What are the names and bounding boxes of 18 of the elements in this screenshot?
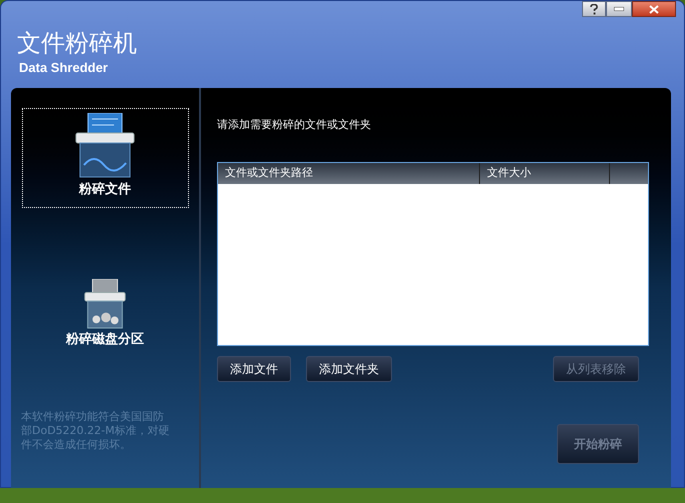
file-shredder-icon: [74, 113, 136, 179]
help-button[interactable]: [582, 1, 606, 17]
minimize-icon: [614, 7, 624, 11]
column-header[interactable]: 文件或文件夹路径: [218, 163, 480, 184]
prompt-text: 请添加需要粉碎的文件或文件夹: [217, 117, 371, 133]
action-button[interactable]: 添加文件: [217, 356, 291, 382]
sidebar-item[interactable]: 粉碎磁盘分区: [22, 260, 188, 350]
action-button[interactable]: 添加文件夹: [306, 356, 392, 382]
notice-text: 本软件粉碎功能符合美国国防部DoD5220.22-M标准，对硬件不会造成任何损坏。: [21, 410, 171, 452]
window-subtitle: Data Shredder: [19, 60, 108, 76]
close-button[interactable]: [632, 1, 676, 17]
help-icon: [590, 4, 598, 14]
column-header[interactable]: 文件大小: [480, 163, 610, 184]
disk-shredder-icon: [82, 279, 128, 329]
minimize-button[interactable]: [606, 1, 632, 17]
sidebar-item[interactable]: 粉碎文件: [22, 108, 188, 208]
close-icon: [649, 4, 659, 14]
window-title: 文件粉碎机: [17, 29, 137, 57]
